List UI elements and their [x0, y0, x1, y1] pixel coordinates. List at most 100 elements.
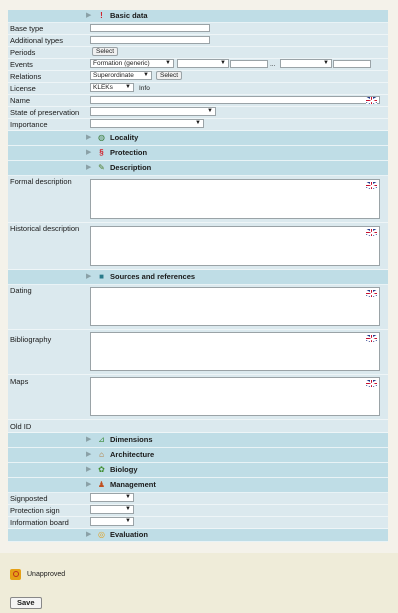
- section-architecture[interactable]: ▶ ⌂ Architecture: [8, 448, 388, 463]
- dropdown-arrow-icon: ▼: [195, 120, 201, 126]
- english-flag-icon[interactable]: [366, 229, 377, 236]
- paragraph-icon: §: [99, 148, 104, 157]
- english-flag-icon[interactable]: [366, 335, 377, 342]
- periods-row: Periods Select: [8, 47, 388, 59]
- base-type-row: Base type: [8, 23, 388, 35]
- people-icon: ♟: [97, 480, 106, 489]
- formal-description-row: Formal description: [8, 176, 388, 223]
- historical-description-row: Historical description: [8, 223, 388, 270]
- section-description[interactable]: ▶ ✎ Description: [8, 161, 388, 176]
- protection-sign-select[interactable]: ▼: [90, 505, 134, 514]
- signposted-row: Signposted ▼: [8, 493, 388, 505]
- license-info-link[interactable]: Info: [139, 85, 150, 92]
- signposted-select[interactable]: ▼: [90, 493, 134, 502]
- section-label: Sources and references: [110, 272, 196, 281]
- section-locality[interactable]: ▶ ◍ Locality: [8, 131, 388, 146]
- dropdown-arrow-icon: ▼: [125, 494, 131, 500]
- section-dimensions[interactable]: ▶ ⊿ Dimensions: [8, 433, 388, 448]
- section-label: Protection: [110, 148, 148, 157]
- section-label: Evaluation: [110, 530, 148, 539]
- section-biology[interactable]: ▶ ✿ Biology: [8, 463, 388, 478]
- expand-arrow-icon[interactable]: ▶: [86, 163, 91, 171]
- base-type-input[interactable]: [90, 24, 210, 32]
- section-label: Dimensions: [110, 435, 153, 444]
- english-flag-icon[interactable]: [366, 290, 377, 297]
- events-row: Events Formation (generic) ▼ ▼ ... ▼: [8, 59, 388, 71]
- dropdown-arrow-icon: ▼: [165, 60, 171, 66]
- events-type-select[interactable]: Formation (generic) ▼: [90, 59, 174, 68]
- field-label: Base type: [10, 24, 44, 33]
- unapproved-status-icon: [10, 569, 21, 580]
- status-label: Unapproved: [27, 571, 66, 578]
- expand-arrow-icon[interactable]: ▶: [86, 480, 91, 488]
- expand-arrow-icon[interactable]: ▶: [86, 450, 91, 458]
- information-board-select[interactable]: ▼: [90, 517, 134, 526]
- save-button[interactable]: Save: [10, 597, 42, 609]
- license-select[interactable]: KLEKs ▼: [90, 83, 134, 92]
- dropdown-arrow-icon: ▼: [125, 84, 131, 90]
- expand-arrow-icon[interactable]: ▶: [86, 272, 91, 280]
- field-label: Name: [10, 96, 31, 105]
- bibliography-row: Bibliography: [8, 330, 388, 375]
- field-label: Old ID: [10, 422, 32, 431]
- english-flag-icon[interactable]: [366, 182, 377, 189]
- importance-row: Importance ▼: [8, 119, 388, 131]
- select-value: Superordinate: [93, 72, 134, 79]
- section-label: Architecture: [110, 450, 155, 459]
- relations-select[interactable]: Superordinate ▼: [90, 71, 152, 80]
- events-to-input[interactable]: [333, 60, 371, 68]
- bibliography-textarea[interactable]: [90, 332, 380, 371]
- section-label: Management: [110, 480, 156, 489]
- expand-arrow-icon[interactable]: ▶: [86, 435, 91, 443]
- book-icon: ■: [99, 272, 104, 281]
- section-sources[interactable]: ▶ ■ Sources and references: [8, 270, 388, 285]
- periods-select-button[interactable]: Select: [92, 47, 119, 56]
- dropdown-arrow-icon: ▼: [220, 60, 226, 66]
- section-basic-data[interactable]: ▶ ! Basic data: [8, 10, 388, 23]
- english-flag-icon[interactable]: [366, 380, 377, 387]
- record-form: ▶ ! Basic data Base type Additional type…: [8, 10, 388, 542]
- historical-description-textarea[interactable]: [90, 226, 380, 266]
- select-value: KLEKs: [93, 84, 113, 91]
- section-management[interactable]: ▶ ♟ Management: [8, 478, 388, 493]
- license-row: License KLEKs ▼ Info: [8, 83, 388, 95]
- events-from-input[interactable]: [230, 60, 268, 68]
- expand-arrow-icon[interactable]: ▶: [86, 148, 91, 156]
- exclamation-icon: !: [100, 11, 103, 20]
- dropdown-arrow-icon: ▼: [323, 60, 329, 66]
- expand-arrow-icon[interactable]: ▶: [86, 465, 91, 473]
- formal-description-textarea[interactable]: [90, 179, 380, 219]
- field-label: Dating: [10, 286, 32, 295]
- state-select[interactable]: ▼: [90, 107, 216, 116]
- name-input[interactable]: [90, 96, 380, 104]
- importance-select[interactable]: ▼: [90, 119, 204, 128]
- english-flag-icon[interactable]: [366, 97, 377, 104]
- field-label: Signposted: [10, 494, 48, 503]
- dropdown-arrow-icon: ▼: [125, 506, 131, 512]
- section-evaluation[interactable]: ▶ ◎ Evaluation: [8, 529, 388, 542]
- expand-arrow-icon[interactable]: ▶: [86, 133, 91, 141]
- house-icon: ⌂: [99, 450, 104, 459]
- old-id-row: Old ID: [8, 420, 388, 433]
- globe-icon: ◍: [98, 133, 105, 142]
- section-label: Basic data: [110, 11, 148, 20]
- events-from-select[interactable]: ▼: [177, 59, 229, 68]
- section-protection[interactable]: ▶ § Protection: [8, 146, 388, 161]
- magnifier-icon: ◎: [98, 530, 105, 539]
- additional-types-input[interactable]: [90, 36, 210, 44]
- range-separator: ...: [270, 61, 276, 68]
- relations-select-button[interactable]: Select: [156, 71, 183, 80]
- expand-arrow-icon[interactable]: ▶: [86, 11, 91, 19]
- field-label: Periods: [10, 48, 36, 57]
- section-label: Biology: [110, 465, 138, 474]
- edit-icon: ✎: [98, 163, 105, 172]
- ruler-icon: ⊿: [98, 435, 105, 444]
- field-label: Importance: [10, 120, 48, 129]
- expand-arrow-icon[interactable]: ▶: [86, 530, 91, 538]
- maps-textarea[interactable]: [90, 377, 380, 416]
- events-to-select[interactable]: ▼: [280, 59, 332, 68]
- information-board-row: Information board ▼: [8, 517, 388, 529]
- dropdown-arrow-icon: ▼: [207, 108, 213, 114]
- dating-textarea[interactable]: [90, 287, 380, 326]
- leaf-icon: ✿: [98, 465, 105, 474]
